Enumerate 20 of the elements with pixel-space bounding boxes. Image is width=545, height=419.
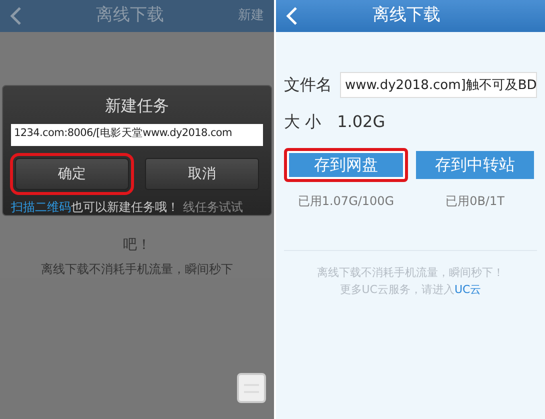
background-text: 吧！ <box>122 236 152 255</box>
footer-text: 离线下载不消耗手机流量，瞬间秒下！ <box>316 265 505 281</box>
uc-cloud-link[interactable]: UC云 <box>454 282 482 296</box>
storage-usage: 已用0B/1T <box>444 193 506 210</box>
footer-text: 更多UC云服务，请进入UC云 <box>338 282 482 298</box>
background-hint: 离线下载不消耗手机流量，瞬间秒下 <box>40 261 234 278</box>
size-value: 1.02G <box>337 111 386 133</box>
screen-title: 离线下载 <box>371 4 442 28</box>
dialog-title: 新建任务 <box>104 95 170 117</box>
filename-field[interactable]: www.dy2018.com]触不可及BD <box>340 72 537 98</box>
url-input-field[interactable]: 1234.com:8006/[电影天堂www.dy2018.com <box>11 124 263 146</box>
dialog-note: 扫描二维码也可以新建任务哦！ <box>11 199 179 216</box>
background-text: 线任务试试 <box>183 199 243 216</box>
screen-title: 离线下载 <box>94 4 165 28</box>
size-label: 大 小 <box>284 111 322 133</box>
filename-label: 文件名 <box>284 74 332 96</box>
cancel-button[interactable]: 取消 <box>145 158 259 190</box>
storage-usage: 已用1.07G/100G <box>296 193 396 210</box>
back-icon[interactable] <box>10 7 22 25</box>
menu-button[interactable] <box>237 373 266 403</box>
